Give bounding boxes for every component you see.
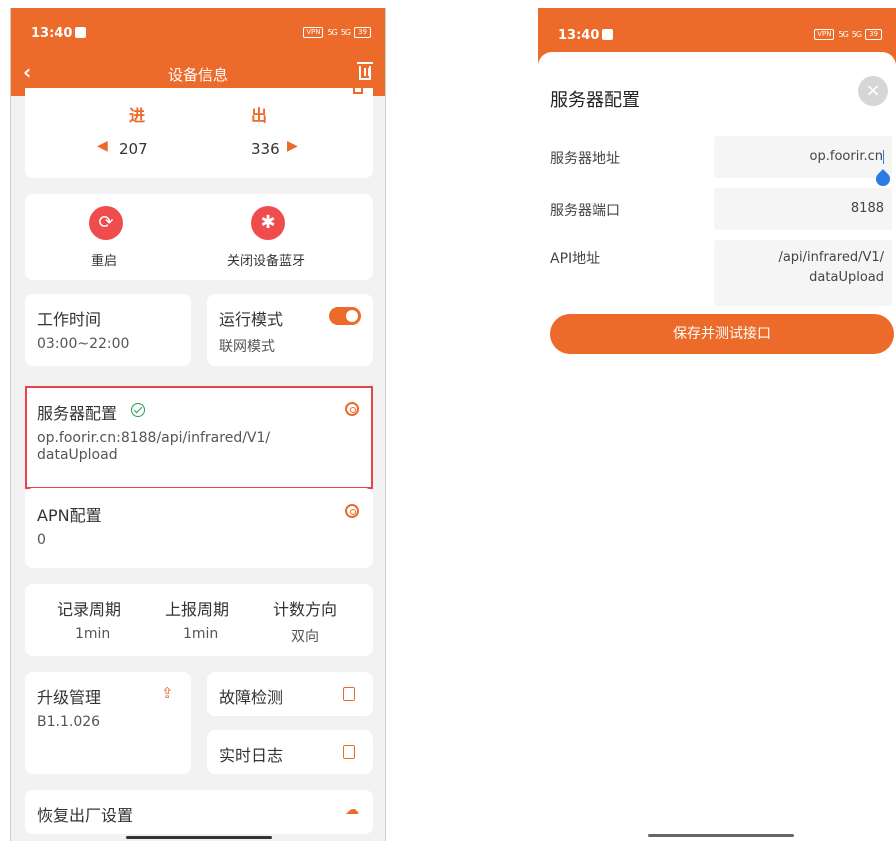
apn-config-value: 0 xyxy=(37,532,46,548)
run-mode-value: 联网模式 xyxy=(219,339,275,355)
signal-icon: 5G xyxy=(838,30,848,39)
vpn-icon: VPN xyxy=(814,29,835,40)
apn-config-label: APN配置 xyxy=(37,506,102,525)
upgrade-version: B1.1.026 xyxy=(37,714,101,730)
close-icon[interactable]: × xyxy=(858,76,888,106)
report-period-value: 1min xyxy=(183,626,219,642)
bottom-sheet: 服务器配置 × 服务器地址 op.foorir.cn 服务器端口 8188 AP… xyxy=(538,52,896,841)
upload-cloud-icon[interactable]: ⇪ xyxy=(161,684,174,702)
upgrade-label: 升级管理 xyxy=(37,688,102,707)
reset-cloud-icon[interactable]: ☁ xyxy=(345,802,359,818)
run-mode-label: 运行模式 xyxy=(219,310,284,329)
upgrade-card[interactable]: 升级管理 ⇪ B1.1.026 xyxy=(25,672,191,774)
periods-card: 记录周期 1min 上报周期 1min 计数方向 双向 xyxy=(25,584,373,656)
api-address-label: API地址 xyxy=(550,251,601,267)
home-indicator xyxy=(648,834,794,837)
bluetooth-icon[interactable]: ✱ xyxy=(251,206,285,240)
status-icons: VPN 5G 5G 39 xyxy=(303,27,371,38)
search-file-icon xyxy=(343,687,355,701)
api-address-value: /api/infrared/V1/ dataUpload xyxy=(778,250,884,285)
page-title: 设备信息 xyxy=(167,66,228,84)
realtime-log-label: 实时日志 xyxy=(219,746,284,765)
fault-detection-label: 故障检测 xyxy=(219,688,284,707)
status-time: 13:40 xyxy=(31,26,73,41)
work-time-card[interactable]: 工作时间 03:00~22:00 xyxy=(25,294,191,366)
server-address-input[interactable]: op.foorir.cn xyxy=(714,136,892,178)
server-port-value: 8188 xyxy=(850,201,884,216)
server-address-label: 服务器地址 xyxy=(550,151,620,167)
server-port-input[interactable]: 8188 xyxy=(714,188,892,230)
apn-config-card[interactable]: APN配置 0 xyxy=(25,488,373,568)
record-period-value: 1min xyxy=(75,626,111,642)
out-value: 336 xyxy=(251,140,280,158)
battery-icon: 39 xyxy=(865,29,882,40)
work-time-label: 工作时间 xyxy=(37,310,102,329)
edit-icon[interactable] xyxy=(353,88,363,94)
run-mode-toggle[interactable] xyxy=(329,307,361,325)
status-icons: VPN 5G 5G 39 xyxy=(814,29,882,40)
signal-icon: 5G xyxy=(327,28,337,37)
out-label: 出 xyxy=(251,106,268,125)
in-decrease-arrow-icon[interactable]: ◀ xyxy=(97,138,108,154)
actions-card: ⟳ 重启 ✱ 关闭设备蓝牙 xyxy=(25,194,373,280)
device-info-screen: 13:40 VPN 5G 5G 39 ‹ 设备信息 进 出 ◀ 207 336 … xyxy=(10,8,386,841)
count-direction-label: 计数方向 xyxy=(273,600,338,619)
highlight-box xyxy=(25,386,373,489)
save-and-test-button[interactable]: 保存并测试接口 xyxy=(550,314,894,354)
realtime-log-card[interactable]: 实时日志 xyxy=(207,730,373,774)
status-time: 13:40 xyxy=(558,28,600,43)
trash-icon[interactable] xyxy=(357,62,373,80)
home-indicator xyxy=(126,836,272,839)
api-address-input[interactable]: /api/infrared/V1/ dataUpload xyxy=(714,240,892,306)
battery-icon: 39 xyxy=(354,27,371,38)
record-period-label: 记录周期 xyxy=(57,600,122,619)
in-label: 进 xyxy=(129,106,146,125)
log-list-icon xyxy=(343,745,355,759)
in-value: 207 xyxy=(119,140,148,158)
sim-icon xyxy=(602,29,613,40)
work-time-value: 03:00~22:00 xyxy=(37,336,130,352)
signal-icon-2: 5G xyxy=(340,28,351,37)
report-period-label: 上报周期 xyxy=(165,600,230,619)
out-increase-arrow-icon[interactable]: ▶ xyxy=(287,138,298,154)
fault-detection-card[interactable]: 故障检测 xyxy=(207,672,373,716)
text-cursor xyxy=(883,149,884,164)
factory-reset-label: 恢复出厂设置 xyxy=(37,806,134,825)
signal-icon-2: 5G xyxy=(851,30,862,39)
server-port-label: 服务器端口 xyxy=(550,203,620,219)
settings-icon[interactable] xyxy=(345,504,359,518)
vpn-icon: VPN xyxy=(303,27,324,38)
sheet-title: 服务器配置 xyxy=(550,90,640,111)
factory-reset-card[interactable]: 恢复出厂设置 ☁ xyxy=(25,790,373,834)
restart-icon[interactable]: ⟳ xyxy=(89,206,123,240)
bluetooth-label[interactable]: 关闭设备蓝牙 xyxy=(227,250,305,269)
count-direction-value: 双向 xyxy=(291,629,319,645)
server-address-value: op.foorir.cn xyxy=(809,149,883,164)
counter-card: 进 出 ◀ 207 336 ▶ xyxy=(25,88,373,178)
sim-icon xyxy=(75,27,86,38)
run-mode-card: 运行模式 联网模式 xyxy=(207,294,373,366)
server-config-sheet-screen: 13:40 VPN 5G 5G 39 服务器配置 × 服务器地址 op.foor… xyxy=(538,8,896,841)
restart-label[interactable]: 重启 xyxy=(91,250,117,269)
status-bar: 13:40 VPN 5G 5G 39 xyxy=(11,8,385,52)
